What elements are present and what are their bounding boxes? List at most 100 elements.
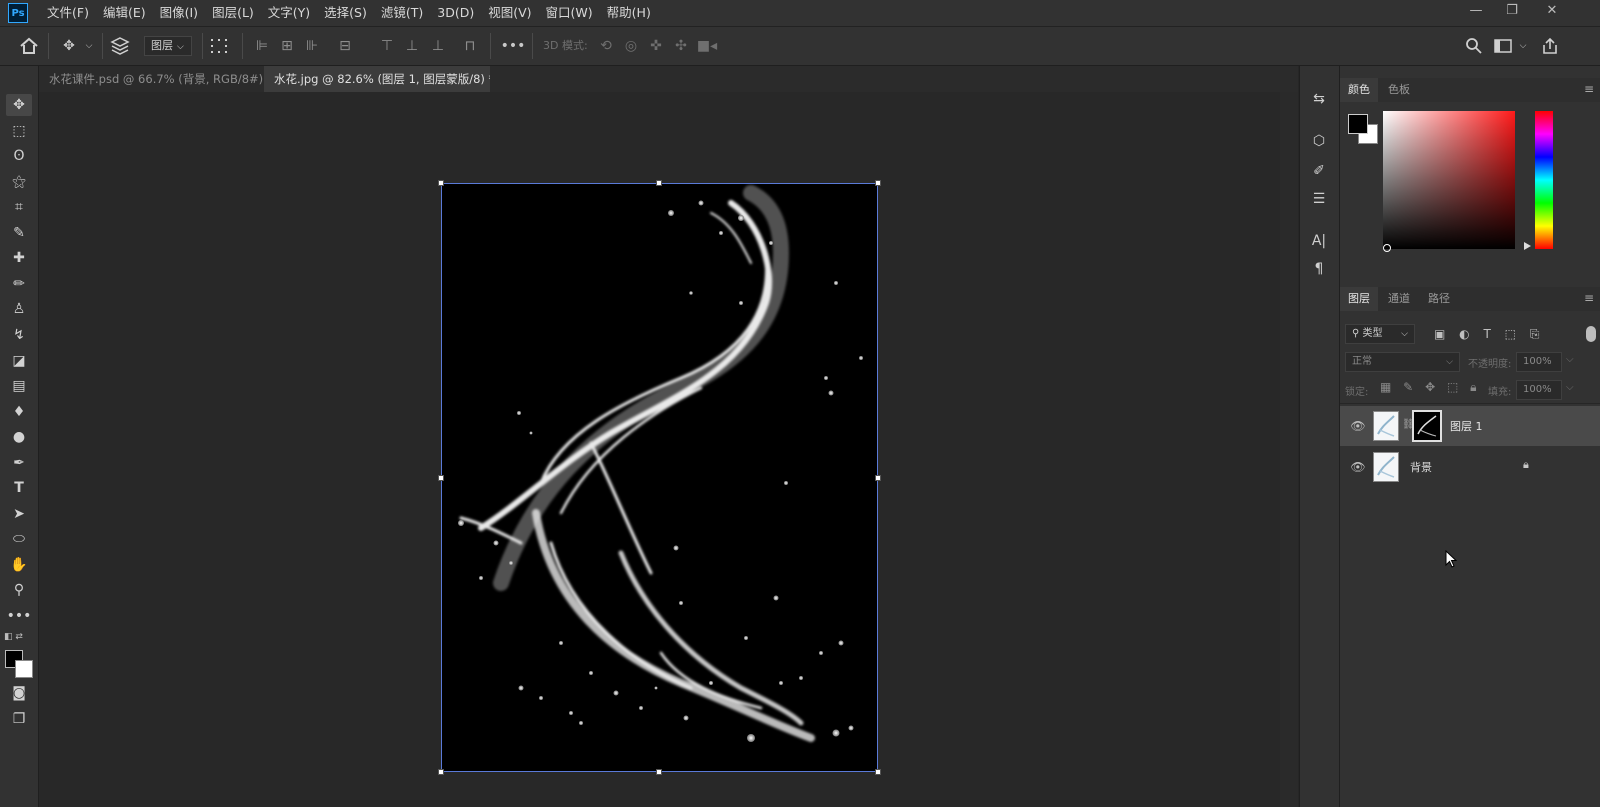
tab-channels[interactable]: 通道 [1380,287,1418,311]
quick-mask-icon[interactable]: ◙ [6,682,32,704]
canvas-scrollbar[interactable] [1280,92,1298,807]
image-filter-icon[interactable]: ▣ [1434,327,1445,341]
lock-position-icon[interactable]: ✥ [1425,380,1435,394]
tab-swatches[interactable]: 色板 [1380,78,1418,102]
tab-layers[interactable]: 图层 [1340,287,1378,311]
adjustment-filter-icon[interactable]: ◐ [1459,327,1469,341]
3d-panel-icon[interactable]: ⬡ [1308,130,1330,152]
3d-orbit-icon[interactable]: ⟲ [596,36,616,56]
chevron-down-icon[interactable]: ⌵ [1518,36,1528,56]
lasso-tool-icon[interactable]: ʘ [6,145,32,167]
layer-filter-dropdown[interactable]: ⚲ 类型 ⌵ [1345,324,1415,344]
align-right-icon[interactable]: ⊪ [302,36,322,56]
screen-mode-icon[interactable]: ❐ [6,708,32,730]
type-tool-icon[interactable]: T [6,477,32,499]
marquee-tool-icon[interactable]: ⬚ [6,120,32,142]
pen-tool-icon[interactable]: ✒ [6,452,32,474]
workspace-icon[interactable] [1493,36,1515,56]
hue-slider[interactable] [1535,111,1553,249]
eraser-tool-icon[interactable]: ◪ [6,350,32,372]
menu-view[interactable]: 视图(V) [481,0,538,26]
transform-handle-top-left[interactable] [438,180,444,186]
document-image[interactable] [441,183,878,772]
dodge-tool-icon[interactable]: ● [6,426,32,448]
transform-handle-bottom-left[interactable] [438,769,444,775]
transform-handle-top[interactable] [656,180,662,186]
swap-colors-icon[interactable]: ◧ ⇄ [4,632,34,644]
lock-all-icon[interactable]: 🔒︎ [1470,380,1476,394]
close-window-button[interactable]: ✕ [1534,0,1570,22]
menu-image[interactable]: 图像(I) [153,0,205,26]
chevron-down-icon[interactable]: ⌵ [84,36,94,56]
transform-handle-top-right[interactable] [875,180,881,186]
layer-row-layer-1[interactable]: 👁︎ ⛓ 图层 1 [1340,406,1600,446]
menu-edit[interactable]: 编辑(E) [96,0,153,26]
panel-menu-icon[interactable]: ≡ [1584,291,1594,305]
foreground-color-swatch[interactable] [1348,114,1368,134]
menu-window[interactable]: 窗口(W) [539,0,600,26]
transform-handle-bottom-right[interactable] [875,769,881,775]
chevron-down-icon[interactable]: ⌵ [1566,354,1574,365]
hand-tool-icon[interactable]: ✋ [6,554,32,576]
hue-slider-handle[interactable] [1524,242,1531,250]
lock-pixels-icon[interactable]: ✎ [1403,380,1413,394]
history-panel-icon[interactable]: ⇆ [1308,88,1330,110]
transform-handle-left[interactable] [438,475,444,481]
ellipse-tool-icon[interactable]: ⬭ [6,528,32,550]
color-picker-cursor[interactable] [1383,244,1391,252]
healing-brush-icon[interactable]: ✚ [6,247,32,269]
chevron-down-icon[interactable]: ⌵ [1566,382,1574,393]
edit-toolbar-icon[interactable]: ••• [6,605,32,627]
align-middle-icon[interactable]: ⊥ [402,36,422,56]
home-icon[interactable] [18,36,40,56]
panel-menu-icon[interactable]: ≡ [1584,82,1594,96]
auto-select-target-dropdown[interactable]: 图层 ⌵ [144,36,192,56]
layer-row-background[interactable]: 👁︎ 背景 🔒︎ [1340,447,1600,487]
layer-mask-thumbnail[interactable] [1412,410,1442,442]
character-panel-icon[interactable]: A| [1308,230,1330,252]
minimize-button[interactable]: — [1458,0,1494,22]
more-options-button[interactable]: ••• [500,36,526,56]
tab-water-splash-jpg[interactable]: 水花.jpg @ 82.6% (图层 1, 图层蒙版/8) *× [264,66,490,92]
menu-layer[interactable]: 图层(L) [205,0,261,26]
align-top-icon[interactable]: ⊤ [377,36,397,56]
eye-icon[interactable]: 👁︎ [1350,459,1366,475]
menu-select[interactable]: 选择(S) [317,0,374,26]
3d-pan-icon[interactable]: ✜ [646,36,666,56]
opacity-input[interactable]: 100% [1516,352,1562,372]
show-transform-controls-icon[interactable] [208,36,234,56]
history-brush-icon[interactable]: ↯ [6,324,32,346]
distribute-icon[interactable]: ⊟ [335,36,355,56]
blur-tool-icon[interactable]: ♦ [6,401,32,423]
menu-type[interactable]: 文字(Y) [261,0,317,26]
tab-paths[interactable]: 路径 [1420,287,1458,311]
zoom-tool-icon[interactable]: ⚲ [6,579,32,601]
3d-roll-icon[interactable]: ◎ [621,36,641,56]
background-color-swatch[interactable] [15,660,33,678]
move-tool-icon[interactable]: ✥ [58,36,80,56]
menu-file[interactable]: 文件(F) [40,0,96,26]
brush-tool-icon[interactable]: ✏ [6,273,32,295]
transform-handle-bottom[interactable] [656,769,662,775]
3d-camera-icon[interactable]: ■◂ [696,36,718,56]
clone-stamp-icon[interactable]: ♙ [6,298,32,320]
lock-transparency-icon[interactable]: ▦ [1380,380,1391,394]
auto-select-icon[interactable] [110,36,132,56]
type-filter-icon[interactable]: T [1483,327,1490,341]
blend-mode-dropdown[interactable]: 正常 ⌵ [1345,352,1460,372]
magic-wand-icon[interactable]: ⚝ [6,171,32,193]
lock-artboard-icon[interactable]: ⬚ [1447,380,1458,394]
eyedropper-icon[interactable]: ✎ [6,222,32,244]
eye-icon[interactable]: 👁︎ [1350,418,1366,434]
shape-filter-icon[interactable]: ⬚ [1505,327,1516,341]
menu-filter[interactable]: 滤镜(T) [374,0,430,26]
smart-object-filter-icon[interactable]: ⎘ [1530,327,1540,341]
gradient-tool-icon[interactable]: ▤ [6,375,32,397]
search-icon[interactable] [1464,36,1486,56]
tab-water-splash-psd[interactable]: 水花课件.psd @ 66.7% (背景, RGB/8#) *× [39,66,264,92]
path-selection-icon[interactable]: ➤ [6,503,32,525]
paragraph-panel-icon[interactable]: ¶ [1308,258,1330,280]
align-center-icon[interactable]: ⊞ [277,36,297,56]
mask-link-icon[interactable]: ⛓ [1402,419,1415,433]
adjustments-icon[interactable]: ☰ [1308,188,1330,210]
